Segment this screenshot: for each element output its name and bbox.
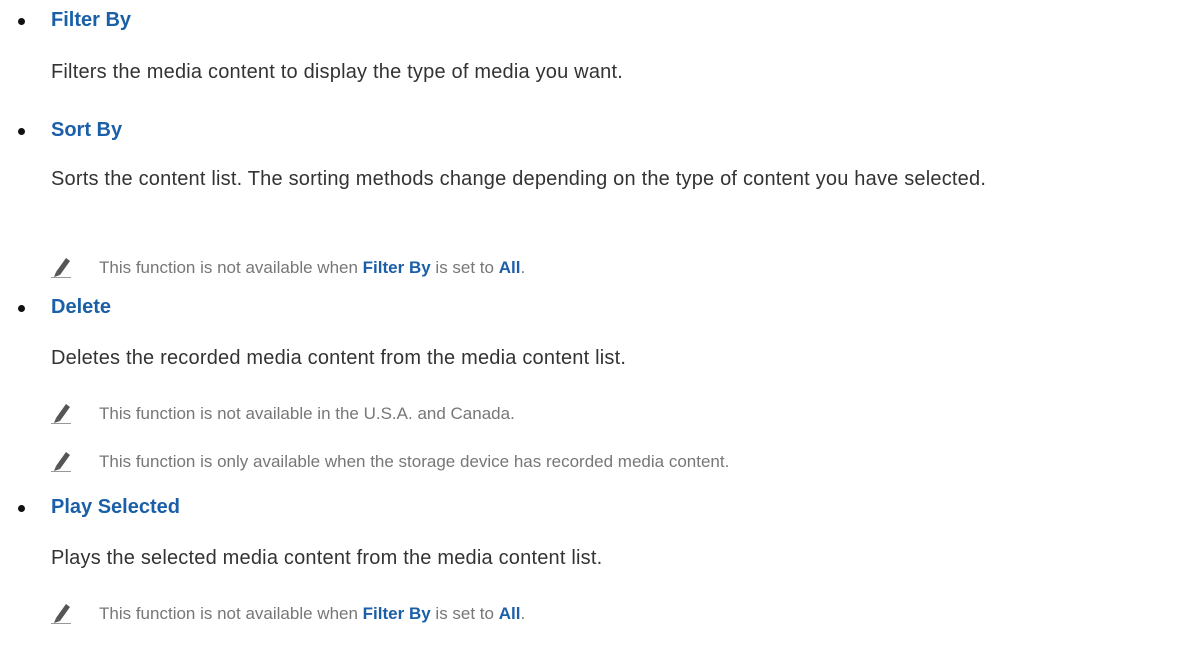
pencil-icon	[51, 452, 71, 472]
item-description-delete: Deletes the recorded media content from …	[51, 347, 627, 369]
note-text: This function is only available when the…	[99, 452, 730, 471]
pencil-icon	[51, 604, 71, 624]
all-reference: All	[498, 258, 521, 277]
bullet-icon	[18, 305, 25, 312]
item-title-delete: Delete	[51, 296, 112, 318]
item-title-play-selected: Play Selected	[51, 496, 180, 518]
pencil-icon	[51, 404, 71, 424]
bullet-icon	[18, 128, 25, 135]
item-description-play-selected: Plays the selected media content from th…	[51, 547, 603, 569]
item-title-filter-by: Filter By	[51, 9, 132, 31]
item-description-filter-by: Filters the media content to display the…	[51, 61, 623, 83]
item-title-sort-by: Sort By	[51, 119, 123, 141]
note-text: This function is not available in the U.…	[99, 404, 515, 423]
bullet-icon	[18, 18, 25, 25]
filter-by-reference: Filter By	[362, 604, 431, 623]
note-text: This function is not available when Filt…	[99, 258, 526, 277]
note-text: This function is not available when Filt…	[99, 604, 526, 623]
bullet-icon	[18, 505, 25, 512]
all-reference: All	[498, 604, 521, 623]
filter-by-reference: Filter By	[362, 258, 431, 277]
pencil-icon	[51, 258, 71, 278]
item-description-sort-by: Sorts the content list. The sorting meth…	[51, 168, 987, 190]
